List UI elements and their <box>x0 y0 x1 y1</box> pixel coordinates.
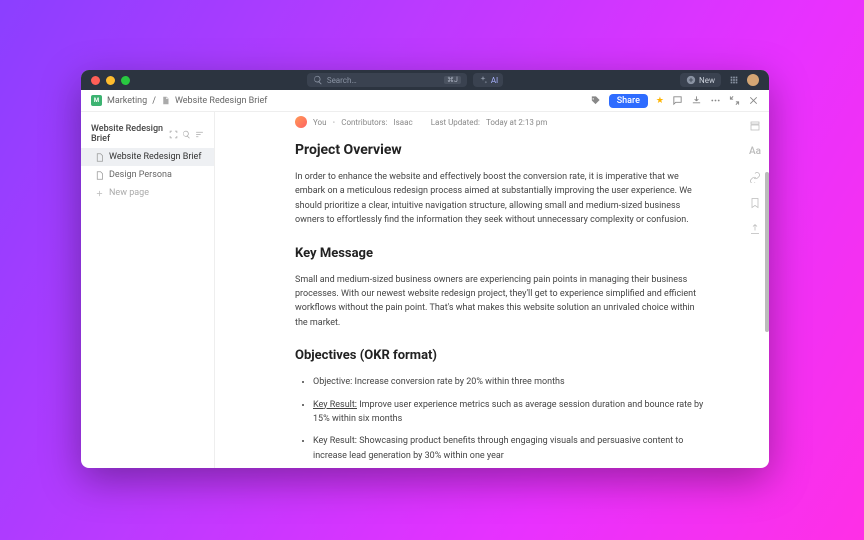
sidebar-item-persona[interactable]: Design Persona <box>81 166 214 184</box>
new-button[interactable]: New <box>680 73 721 87</box>
ai-label: AI <box>491 76 498 85</box>
plus-circle-icon <box>686 75 696 85</box>
sidebar-new-label: New page <box>109 188 149 198</box>
workspace-badge[interactable]: M <box>91 95 102 106</box>
font-size-button[interactable]: Aa <box>749 146 761 157</box>
breadcrumb-separator: / <box>152 96 156 106</box>
sidebar-item-brief[interactable]: Website Redesign Brief <box>81 148 214 166</box>
list-item-key: Key Result: <box>313 400 357 410</box>
doc-meta: You • Contributors: Isaac Last Updated: … <box>295 112 709 142</box>
search-sidebar-icon[interactable] <box>182 130 191 139</box>
objectives-list[interactable]: Objective: Increase conversion rate by 2… <box>295 375 709 463</box>
breadcrumb-page[interactable]: Website Redesign Brief <box>175 96 267 106</box>
search-placeholder: Search… <box>327 76 357 85</box>
ai-button[interactable]: AI <box>473 73 503 87</box>
heading-objectives[interactable]: Objectives (OKR format) <box>295 348 709 363</box>
scrollbar[interactable] <box>765 172 769 332</box>
list-item-text: Improve user experience metrics such as … <box>313 400 703 424</box>
author-avatar[interactable] <box>295 116 307 128</box>
breadcrumb: M Marketing / Website Redesign Brief Sha… <box>81 90 769 112</box>
close-icon[interactable] <box>748 95 759 106</box>
sort-icon[interactable] <box>195 130 204 139</box>
list-item[interactable]: Key Result: Improve user experience metr… <box>313 398 709 427</box>
window-minimize-dot[interactable] <box>106 76 115 85</box>
download-icon[interactable] <box>691 95 702 106</box>
meta-updated-label: Last Updated: <box>431 118 480 127</box>
meta-updated-value: Today at 2:13 pm <box>486 118 547 127</box>
layout-icon[interactable] <box>749 120 761 132</box>
tag-icon[interactable] <box>590 95 601 106</box>
more-icon[interactable] <box>710 95 721 106</box>
list-item[interactable]: Key Result: Showcasing product benefits … <box>313 434 709 463</box>
plus-icon <box>95 189 104 198</box>
paragraph-overview[interactable]: In order to enhance the website and effe… <box>295 170 709 228</box>
paragraph-key-message[interactable]: Small and medium-sized business owners a… <box>295 273 709 331</box>
sidebar-new-page[interactable]: New page <box>81 184 214 202</box>
search-input[interactable]: Search… ⌘J <box>307 73 467 87</box>
sidebar: Website Redesign Brief Website Redesign … <box>81 112 215 468</box>
bookmark-icon[interactable] <box>749 197 761 209</box>
search-icon <box>313 75 323 85</box>
expand-icon[interactable] <box>169 130 178 139</box>
sidebar-title-row: Website Redesign Brief <box>81 120 214 148</box>
breadcrumb-workspace[interactable]: Marketing <box>107 96 147 106</box>
sidebar-title: Website Redesign Brief <box>91 124 169 144</box>
document-content[interactable]: You • Contributors: Isaac Last Updated: … <box>215 112 769 468</box>
window-zoom-dot[interactable] <box>121 76 130 85</box>
document-icon <box>95 153 104 162</box>
heading-overview[interactable]: Project Overview <box>295 142 709 158</box>
sidebar-item-label: Design Persona <box>109 170 172 180</box>
sidebar-item-label: Website Redesign Brief <box>109 152 201 162</box>
grid-icon[interactable] <box>729 75 739 85</box>
titlebar: Search… ⌘J AI New <box>81 70 769 90</box>
meta-contributor[interactable]: Isaac <box>393 118 412 127</box>
star-icon[interactable]: ★ <box>656 96 664 106</box>
search-shortcut: ⌘J <box>444 76 461 84</box>
avatar[interactable] <box>747 74 759 86</box>
new-label: New <box>699 76 715 85</box>
document-icon <box>95 171 104 180</box>
collapse-icon[interactable] <box>729 95 740 106</box>
link-icon[interactable] <box>749 171 761 183</box>
upload-icon[interactable] <box>749 223 761 235</box>
share-button[interactable]: Share <box>609 94 648 108</box>
sparkle-icon <box>478 75 488 85</box>
heading-key-message[interactable]: Key Message <box>295 246 709 261</box>
comment-icon[interactable] <box>672 95 683 106</box>
meta-you: You <box>313 118 327 127</box>
list-item[interactable]: Objective: Increase conversion rate by 2… <box>313 375 709 389</box>
window-close-dot[interactable] <box>91 76 100 85</box>
app-window: Search… ⌘J AI New M Marketing / Website … <box>81 70 769 468</box>
document-icon <box>161 96 170 105</box>
right-rail: Aa <box>749 120 761 235</box>
meta-contributors-label: Contributors: <box>341 118 387 127</box>
